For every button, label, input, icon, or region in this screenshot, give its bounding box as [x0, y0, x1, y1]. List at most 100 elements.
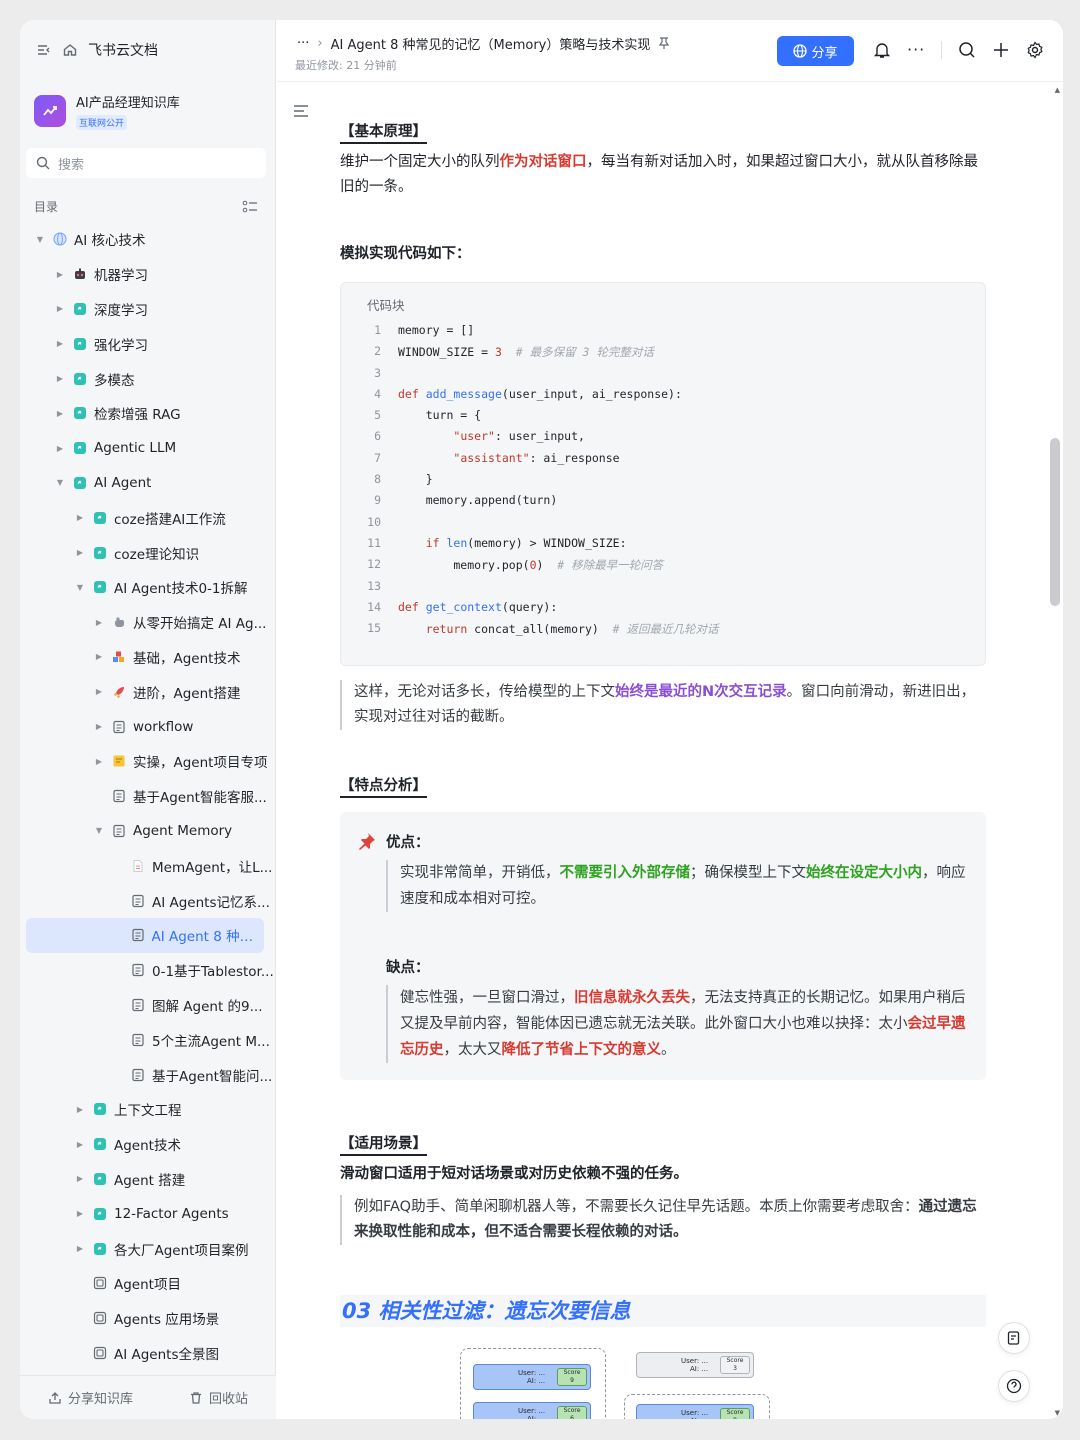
toc-item[interactable]: MemAgent，让L... [20, 848, 276, 883]
heading-3: 03 相关性过滤：遗忘次要信息 [340, 1295, 986, 1327]
toc-item[interactable]: 5个主流Agent M... [20, 1022, 276, 1057]
caret-right-icon[interactable]: ▶ [93, 618, 105, 627]
collapse-sidebar-icon[interactable] [36, 42, 52, 58]
caret-right-icon[interactable]: ▶ [54, 374, 66, 383]
pin-icon[interactable] [658, 37, 670, 50]
globe-icon [793, 44, 808, 58]
rocket-icon [111, 684, 127, 700]
toc-item[interactable]: ▶ 机器学习 [20, 257, 276, 292]
toc-item[interactable]: 图解 Agent 的9... [20, 988, 276, 1023]
toc-item[interactable]: ▶ 上下文工程 [20, 1092, 276, 1127]
toc-item[interactable]: ▼ AI Agent技术0-1拆解 [20, 570, 276, 605]
divider [941, 40, 943, 59]
share-button[interactable]: 分享 [777, 36, 854, 66]
caret-right-icon[interactable]: ▶ [74, 1209, 86, 1218]
toc-item[interactable]: 基于Agent智能客服... [20, 779, 276, 814]
comment-panel-button[interactable] [998, 1322, 1030, 1354]
scrollbar[interactable]: ▲ ▼ [1050, 82, 1062, 1419]
doc-link-icon [92, 1171, 108, 1187]
breadcrumb-more-button[interactable]: ··· [297, 36, 309, 51]
plus-icon[interactable] [992, 41, 1010, 59]
code-line: 6 "user": user_input, [374, 429, 585, 444]
toc-item[interactable]: ▶ 多模态 [20, 361, 276, 396]
caret-right-icon[interactable]: ▶ [74, 513, 86, 522]
gear-icon[interactable] [1026, 40, 1044, 59]
toc-item[interactable]: ▶ 深度学习 [20, 292, 276, 327]
caret-right-icon[interactable]: ▶ [93, 757, 105, 766]
hand-icon [111, 614, 127, 630]
code-line: 15 return concat_all(memory) # 返回最近几轮对话 [367, 621, 719, 637]
toc-item[interactable]: ▶ 检索增强 RAG [20, 396, 276, 431]
toc-item[interactable]: ▶ 实操，Agent项目专项 [20, 744, 276, 779]
doc-title[interactable]: AI Agent 8 种常见的记忆（Memory）策略与技术实现 [331, 34, 651, 53]
caret-right-icon[interactable]: ▶ [74, 1244, 86, 1253]
caret-down-icon[interactable]: ▼ [74, 583, 86, 592]
diagram-image[interactable]: User: ... AI: ... Score 9 User: ... AI: ...… [450, 1344, 870, 1419]
toc-item[interactable]: ▶ coze搭建AI工作流 [20, 500, 276, 535]
toc-item[interactable]: 基于Agent智能问... [20, 1057, 276, 1092]
toc-item[interactable]: ▶ Agent 搭建 [20, 1162, 276, 1197]
search-icon[interactable] [958, 41, 976, 59]
caret-right-icon[interactable]: ▶ [54, 444, 66, 453]
share-icon [49, 1391, 61, 1404]
toc-item[interactable]: AI Agents记忆系... [20, 883, 276, 918]
toc-item[interactable]: 0-1基于Tablestor... [20, 953, 276, 988]
doc-link-icon [92, 1206, 108, 1222]
toc-tree: ▼ AI 核心技术 ▶ 机器学习 ▶ 深度学习 ▶ 强化学习 ▶ 多模态 ▶ 检索增强 RAG ▶ Age… [20, 222, 276, 1370]
cons-label: 缺点： [386, 960, 430, 976]
toc-header: 目录 [34, 198, 258, 215]
toc-item[interactable]: ▶ 12-Factor Agents [20, 1196, 276, 1231]
bell-icon[interactable] [873, 41, 891, 59]
toc-item[interactable]: ▶ coze理论知识 [20, 535, 276, 570]
outline-icon[interactable] [293, 104, 309, 118]
toc-item[interactable]: ▼ AI Agent [20, 466, 276, 501]
caret-right-icon[interactable]: ▶ [93, 652, 105, 661]
code-block[interactable]: 代码块 1 memory = [] 2 WINDOW_SIZE = 3 # 最多保留… [340, 282, 986, 666]
caret-right-icon[interactable]: ▶ [74, 548, 86, 557]
help-button[interactable] [998, 1370, 1030, 1402]
knowledge-base-header[interactable]: AI产品经理知识库 互联网公开 [34, 92, 180, 130]
toc-item[interactable]: Agent项目 [20, 1266, 276, 1301]
caret-down-icon[interactable]: ▼ [54, 478, 66, 487]
toc-item[interactable]: AI Agents全景图 [20, 1336, 276, 1371]
doc-icon [111, 788, 127, 804]
caret-right-icon[interactable]: ▶ [54, 270, 66, 279]
search-input[interactable]: 搜索 [26, 148, 266, 178]
share-knowledge-base-button[interactable]: 分享知识库 [48, 1388, 133, 1407]
toc-item[interactable]: ▶ Agentic LLM [20, 431, 276, 466]
caret-right-icon[interactable]: ▶ [74, 1174, 86, 1183]
caret-right-icon[interactable]: ▶ [74, 1140, 86, 1149]
doc-link-icon [92, 1136, 108, 1152]
app-name[interactable]: 飞书云文档 [88, 40, 158, 60]
caret-right-icon[interactable]: ▶ [54, 304, 66, 313]
toc-item[interactable]: AI Agent 8 种常... [26, 917, 264, 953]
toc-item[interactable]: ▼ AI 核心技术 [20, 222, 276, 257]
board-icon [92, 1345, 108, 1361]
toc-item[interactable]: ▶ workflow [20, 709, 276, 744]
paragraph: 维护一个固定大小的队列作为对话窗口，每当有新对话加入时，如果超过窗口大小，就从队… [340, 154, 978, 195]
doc-link-icon [92, 579, 108, 595]
caret-down-icon[interactable]: ▼ [93, 826, 105, 835]
scroll-up-icon[interactable]: ▲ [1055, 86, 1060, 94]
caret-right-icon[interactable]: ▶ [93, 722, 105, 731]
toc-item[interactable]: ▶ 从零开始搞定 AI Ag... [20, 605, 276, 640]
toc-item[interactable]: ▶ 各大厂Agent项目案例 [20, 1231, 276, 1266]
recycle-bin-button[interactable]: 回收站 [189, 1388, 248, 1407]
caret-right-icon[interactable]: ▶ [54, 409, 66, 418]
more-icon[interactable]: ··· [907, 40, 925, 59]
toc-item[interactable]: ▼ Agent Memory [20, 814, 276, 849]
doc-icon [111, 823, 127, 839]
toc-item[interactable]: ▶ 进阶，Agent搭建 [20, 674, 276, 709]
scroll-down-icon[interactable]: ▼ [1055, 1409, 1060, 1417]
toc-options-icon[interactable] [242, 200, 258, 214]
toc-item[interactable]: ▶ Agent技术 [20, 1127, 276, 1162]
home-icon[interactable] [62, 42, 78, 58]
toc-item[interactable]: ▶ 强化学习 [20, 326, 276, 361]
caret-right-icon[interactable]: ▶ [54, 339, 66, 348]
toc-item[interactable]: ▶ 基础，Agent技术 [20, 640, 276, 675]
scrollbar-thumb[interactable] [1050, 438, 1060, 606]
caret-right-icon[interactable]: ▶ [74, 1105, 86, 1114]
caret-right-icon[interactable]: ▶ [93, 687, 105, 696]
toc-item[interactable]: Agents 应用场景 [20, 1301, 276, 1336]
caret-down-icon[interactable]: ▼ [34, 235, 46, 244]
